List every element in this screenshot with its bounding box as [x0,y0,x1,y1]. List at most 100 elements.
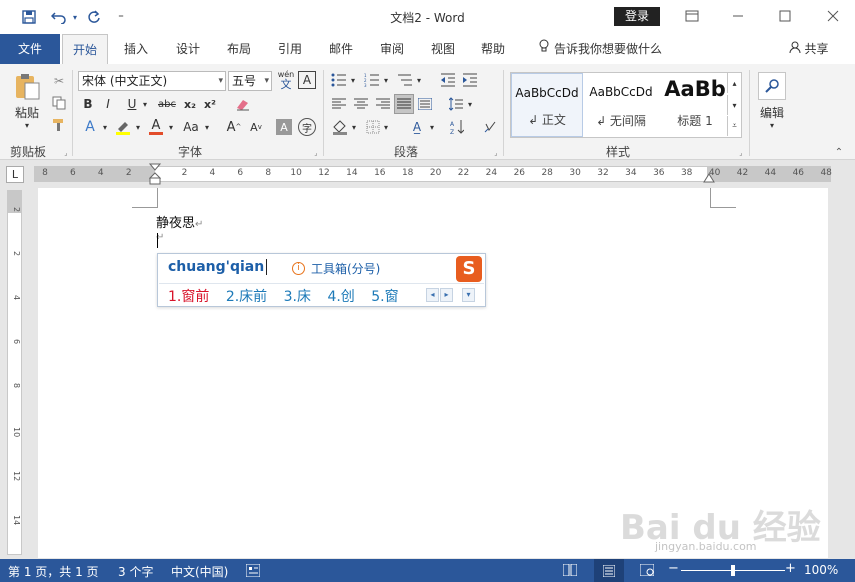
text-effects-dropdown-icon[interactable]: ▾ [100,118,110,136]
print-layout-icon[interactable] [594,559,624,582]
zoom-level[interactable]: 100% [804,563,838,577]
style-heading-1[interactable]: AaBb 标题 1 [659,73,731,137]
multilevel-dropdown-icon[interactable]: ▾ [415,72,423,88]
ime-prev-page-icon[interactable]: ◂ [426,288,439,302]
change-case-button[interactable]: Aa [180,118,202,136]
justify-icon[interactable] [394,94,414,114]
styles-launcher-icon[interactable]: ⌟ [737,149,745,157]
tab-design[interactable]: 设计 [168,34,208,64]
text-effects-icon[interactable]: A [80,118,100,136]
paste-dropdown-icon[interactable]: ▾ [20,120,34,130]
paste-button[interactable]: 粘贴 [8,104,46,120]
paste-icon[interactable] [10,72,44,102]
tab-mailings[interactable]: 邮件 [321,34,361,64]
phonetic-guide-button[interactable]: wén 文 [276,69,296,91]
chinese-layout-icon[interactable]: A̲ [406,118,428,136]
word-count[interactable]: 3 个字 [118,563,153,580]
copy-icon[interactable] [50,94,68,112]
sogou-logo-icon[interactable]: S [456,256,482,282]
ime-candidate-4[interactable]: 4.创 [327,289,354,305]
editing-button[interactable]: 编辑 [754,104,790,120]
bullets-icon[interactable] [330,72,348,88]
zoom-out-icon[interactable]: − [668,561,679,576]
font-size-combo[interactable]: 五号 ▾ [228,71,272,91]
borders-icon[interactable] [364,118,382,136]
maximize-icon[interactable] [777,8,793,24]
bold-button[interactable]: B [80,95,96,113]
font-color-dropdown-icon[interactable]: ▾ [166,118,176,136]
change-case-dropdown-icon[interactable]: ▾ [202,118,212,136]
highlight-icon[interactable] [113,118,133,136]
chinese-layout-dropdown-icon[interactable]: ▾ [428,118,436,136]
tab-home[interactable]: 开始 [62,34,108,65]
increase-indent-icon[interactable] [461,72,479,88]
tell-me-box[interactable]: 告诉我你想要做什么 [530,34,670,64]
superscript-button[interactable]: x² [202,95,218,113]
align-center-icon[interactable] [352,95,370,113]
close-icon[interactable] [825,8,841,24]
document-line-1[interactable]: 静夜思↵ [156,212,203,231]
collapse-ribbon-icon[interactable]: ⌃ [832,146,846,158]
zoom-in-icon[interactable]: + [785,561,796,576]
clipboard-launcher-icon[interactable]: ⌟ [62,149,70,157]
right-indent-marker-icon[interactable] [703,173,715,183]
paragraph-launcher-icon[interactable]: ⌟ [492,149,500,157]
underline-dropdown-icon[interactable]: ▾ [140,95,150,113]
shrink-font-button[interactable]: Av [247,118,265,136]
ime-candidate-3[interactable]: 3.床 [284,289,311,305]
editing-dropdown-icon[interactable]: ▾ [765,120,779,130]
shading-dropdown-icon[interactable]: ▾ [350,118,358,136]
ribbon-display-icon[interactable] [684,8,700,24]
tab-insert[interactable]: 插入 [116,34,156,64]
ime-candidate-window[interactable]: chuang'qian i 工具箱(分号) S 1.窗前 2.床前 3.床 4.… [157,253,486,307]
sort-icon[interactable]: AZ [448,118,466,136]
tab-help[interactable]: 帮助 [473,34,513,64]
underline-button[interactable]: U [124,95,140,113]
ime-candidate-2[interactable]: 2.床前 [226,289,267,305]
show-marks-icon[interactable] [482,118,498,136]
share-button[interactable]: 共享 [784,34,834,64]
styles-more-icon[interactable]: ⩡ [727,116,741,136]
character-shading-button[interactable]: A [276,119,292,135]
numbering-icon[interactable]: 123 [363,72,381,88]
minimize-icon[interactable] [730,8,746,24]
styles-scroll-up-icon[interactable]: ▴ [727,73,741,93]
align-right-icon[interactable] [374,95,392,113]
login-button[interactable]: 登录 [614,7,660,26]
ime-next-page-icon[interactable]: ▸ [440,288,453,302]
line-spacing-icon[interactable] [447,95,465,113]
font-color-icon[interactable]: A [146,118,166,136]
style-normal[interactable]: AaBbCcDd ↲ 正文 [511,73,583,137]
font-name-combo[interactable]: 宋体 (中文正文) ▾ [78,71,226,91]
indent-marker-icon[interactable] [149,163,161,185]
line-spacing-dropdown-icon[interactable]: ▾ [466,95,474,113]
ime-candidate-5[interactable]: 5.窗 [371,289,398,305]
tab-review[interactable]: 审阅 [372,34,412,64]
numbering-dropdown-icon[interactable]: ▾ [382,72,390,88]
font-launcher-icon[interactable]: ⌟ [312,149,320,157]
web-layout-icon[interactable] [639,563,655,579]
character-border-icon[interactable]: A [298,71,316,89]
search-icon[interactable] [758,72,786,100]
tab-selector-button[interactable]: L [6,166,24,183]
tab-file[interactable]: 文件 [0,34,60,64]
decrease-indent-icon[interactable] [439,72,457,88]
read-mode-icon[interactable] [562,563,578,579]
ime-expand-icon[interactable]: ▾ [462,288,475,302]
ime-composition[interactable]: chuang'qian [168,259,268,275]
italic-button[interactable]: I [100,95,116,113]
ime-toolbox-hint[interactable]: i 工具箱(分号) [292,260,380,277]
cut-icon[interactable]: ✂ [50,72,68,90]
align-left-icon[interactable] [330,95,348,113]
style-no-spacing[interactable]: AaBbCcDd ↲ 无间隔 [585,73,657,137]
borders-dropdown-icon[interactable]: ▾ [382,118,390,136]
shading-icon[interactable] [330,118,350,136]
tab-view[interactable]: 视图 [423,34,463,64]
enclose-characters-button[interactable]: 字 [298,118,316,136]
page-count[interactable]: 第 1 页，共 1 页 [8,563,99,580]
language[interactable]: 中文(中国) [171,563,228,580]
macro-record-icon[interactable] [245,563,261,580]
tab-references[interactable]: 引用 [270,34,310,64]
zoom-slider-thumb[interactable] [731,565,735,576]
clear-formatting-icon[interactable] [233,95,253,113]
